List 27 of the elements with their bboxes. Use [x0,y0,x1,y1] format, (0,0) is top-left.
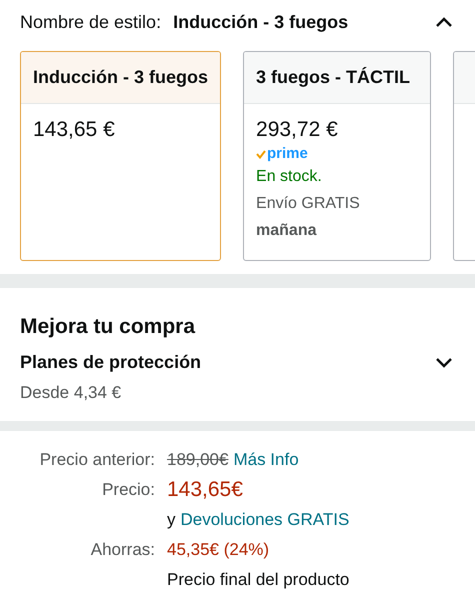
option-title: Inducción - 3 fuegos [33,67,208,88]
style-label: Nombre de estilo: [20,12,162,32]
chevron-icon[interactable] [435,356,453,368]
section-heading: Mejora tu compra [20,314,196,340]
price-note: Precio final del producto [167,569,350,591]
price-note: y [167,509,176,531]
price-label: Precio anterior: [38,449,155,471]
style-value: Inducción - 3 fuegos [173,12,350,32]
plan-title: Planes de protección [20,352,202,373]
old-price: 189,00€ [167,449,228,471]
style-option-card[interactable]: 3 fuegos - TÁCTIL 293,72 € prime En stock. Envío GRATIS mañana [243,51,432,261]
link[interactable]: Devoluciones GRATIS [180,505,350,535]
savings: 45,35€ (24%) [167,539,270,561]
price-label: Precio: [101,479,155,501]
prime-badge: prime [256,144,418,164]
option-price: 293,72 € [256,117,339,143]
style-option-card[interactable]: Inducción - 3 fuegos 143,65 € [20,51,222,261]
link[interactable]: Más Info [233,445,299,475]
chevron-icon[interactable] [435,16,453,28]
shipping-info: Envío GRATIS [256,194,361,214]
delivery-day: mañana [256,217,418,244]
price: 143,65€ [167,477,243,503]
stock-status: En stock. [256,167,323,187]
option-title: 3 fuegos - TÁCTIL [256,67,410,88]
price-label: Ahorras: [90,539,155,561]
option-price: 143,65 € [33,117,116,143]
plan-price: Desde 4,34 € [20,383,122,403]
